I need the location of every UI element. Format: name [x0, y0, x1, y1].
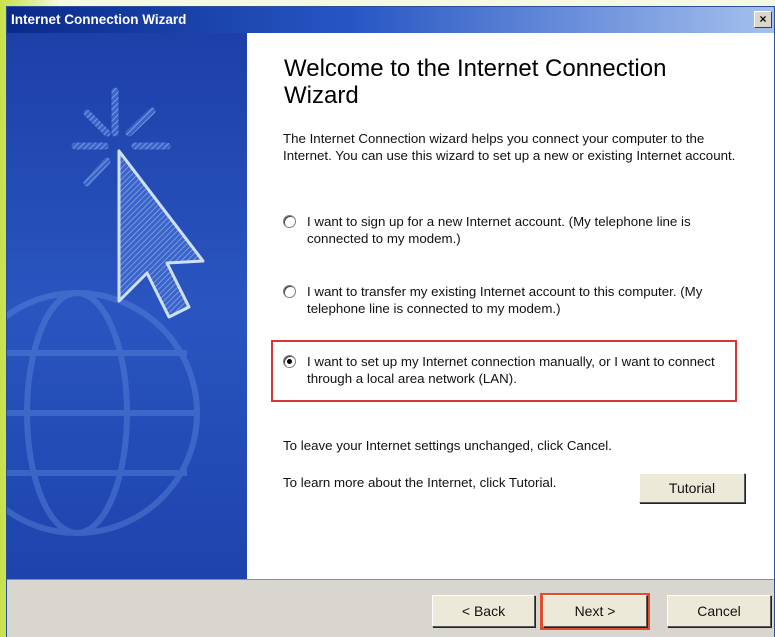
cursor-click-icon	[71, 87, 205, 319]
close-icon: ×	[759, 12, 767, 26]
leave-settings-text: To leave your Internet settings unchange…	[283, 438, 612, 453]
button-bar: < Back Next > Cancel	[7, 579, 774, 637]
learn-more-text: To learn more about the Internet, click …	[283, 475, 557, 490]
wizard-window: Internet Connection Wizard × Welcome to …	[6, 6, 775, 637]
option-new-account[interactable]: I want to sign up for a new Internet acc…	[283, 213, 753, 247]
cancel-button[interactable]: Cancel	[667, 595, 771, 627]
radio-icon[interactable]	[283, 215, 296, 228]
option-manual-lan[interactable]: I want to set up my Internet connection …	[283, 353, 753, 387]
wizard-content: Welcome to the Internet Connection Wizar…	[247, 33, 774, 579]
option-transfer-account-label: I want to transfer my existing Internet …	[307, 284, 703, 316]
close-button[interactable]: ×	[754, 11, 772, 28]
back-button[interactable]: < Back	[432, 595, 535, 627]
screen: Internet Connection Wizard × Welcome to …	[0, 0, 775, 637]
option-new-account-label: I want to sign up for a new Internet acc…	[307, 214, 691, 246]
radio-icon[interactable]	[283, 285, 296, 298]
tutorial-button[interactable]: Tutorial	[639, 473, 745, 503]
option-manual-lan-label: I want to set up my Internet connection …	[307, 354, 715, 386]
title-bar: Internet Connection Wizard ×	[7, 7, 774, 33]
window-title: Internet Connection Wizard	[11, 12, 187, 27]
page-title: Welcome to the Internet Connection Wizar…	[284, 55, 667, 109]
side-panel-art	[7, 87, 205, 536]
radio-icon[interactable]	[283, 355, 296, 368]
globe-icon	[7, 290, 200, 536]
next-button[interactable]: Next >	[543, 595, 647, 627]
option-transfer-account[interactable]: I want to transfer my existing Internet …	[283, 283, 753, 317]
wizard-side-panel	[7, 33, 247, 579]
intro-text: The Internet Connection wizard helps you…	[283, 131, 736, 163]
